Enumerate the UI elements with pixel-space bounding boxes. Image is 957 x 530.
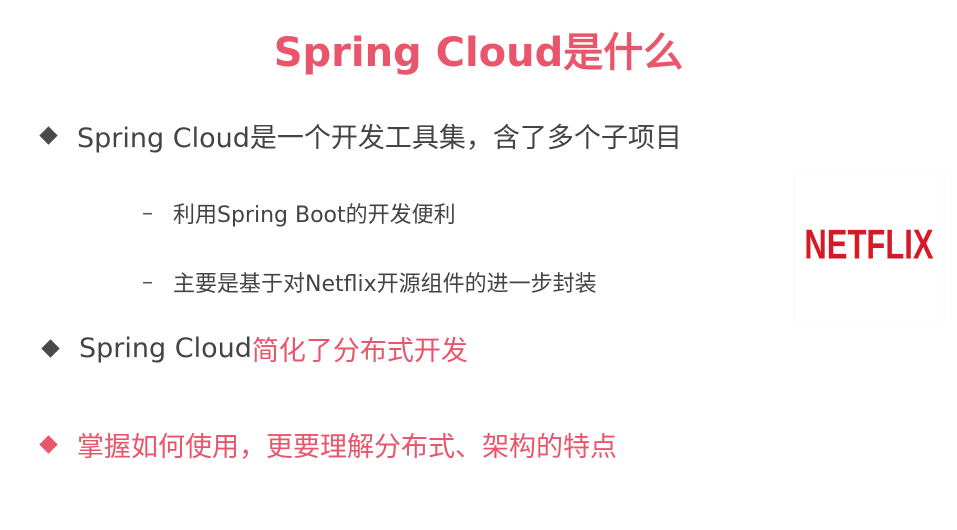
diamond-bullet-icon [41, 339, 60, 358]
bullet-text-plain: Spring Cloud [79, 333, 252, 364]
diamond-bullet-icon [39, 126, 58, 145]
netflix-logo: NETFLIX [804, 220, 934, 268]
bullet-text: Spring Cloud是一个开发工具集，含了多个子项目 [77, 123, 682, 154]
bullet-item-2: Spring Cloud 简化了分布式开发 [41, 329, 468, 368]
netflix-logo-box: NETFLIX [795, 172, 943, 322]
sub-item-1: – 利用Spring Boot的开发便利 [142, 197, 456, 229]
dash-marker: – [142, 269, 153, 295]
sub-item-2: – 主要是基于对Netflix开源组件的进一步封装 [142, 266, 597, 298]
sub-item-text: 主要是基于对Netflix开源组件的进一步封装 [173, 272, 597, 297]
slide-title: Spring Cloud是什么 [273, 30, 684, 76]
sub-item-text: 利用Spring Boot的开发便利 [173, 203, 456, 228]
bullet-text: 掌握如何使用，更要理解分布式、架构的特点 [77, 432, 617, 463]
bullet-item-3: 掌握如何使用，更要理解分布式、架构的特点 [39, 425, 617, 464]
dash-marker: – [142, 200, 153, 226]
diamond-bullet-icon [39, 435, 58, 454]
bullet-text-accent: 简化了分布式开发 [251, 336, 468, 367]
bullet-item-1: Spring Cloud是一个开发工具集，含了多个子项目 [39, 116, 682, 155]
